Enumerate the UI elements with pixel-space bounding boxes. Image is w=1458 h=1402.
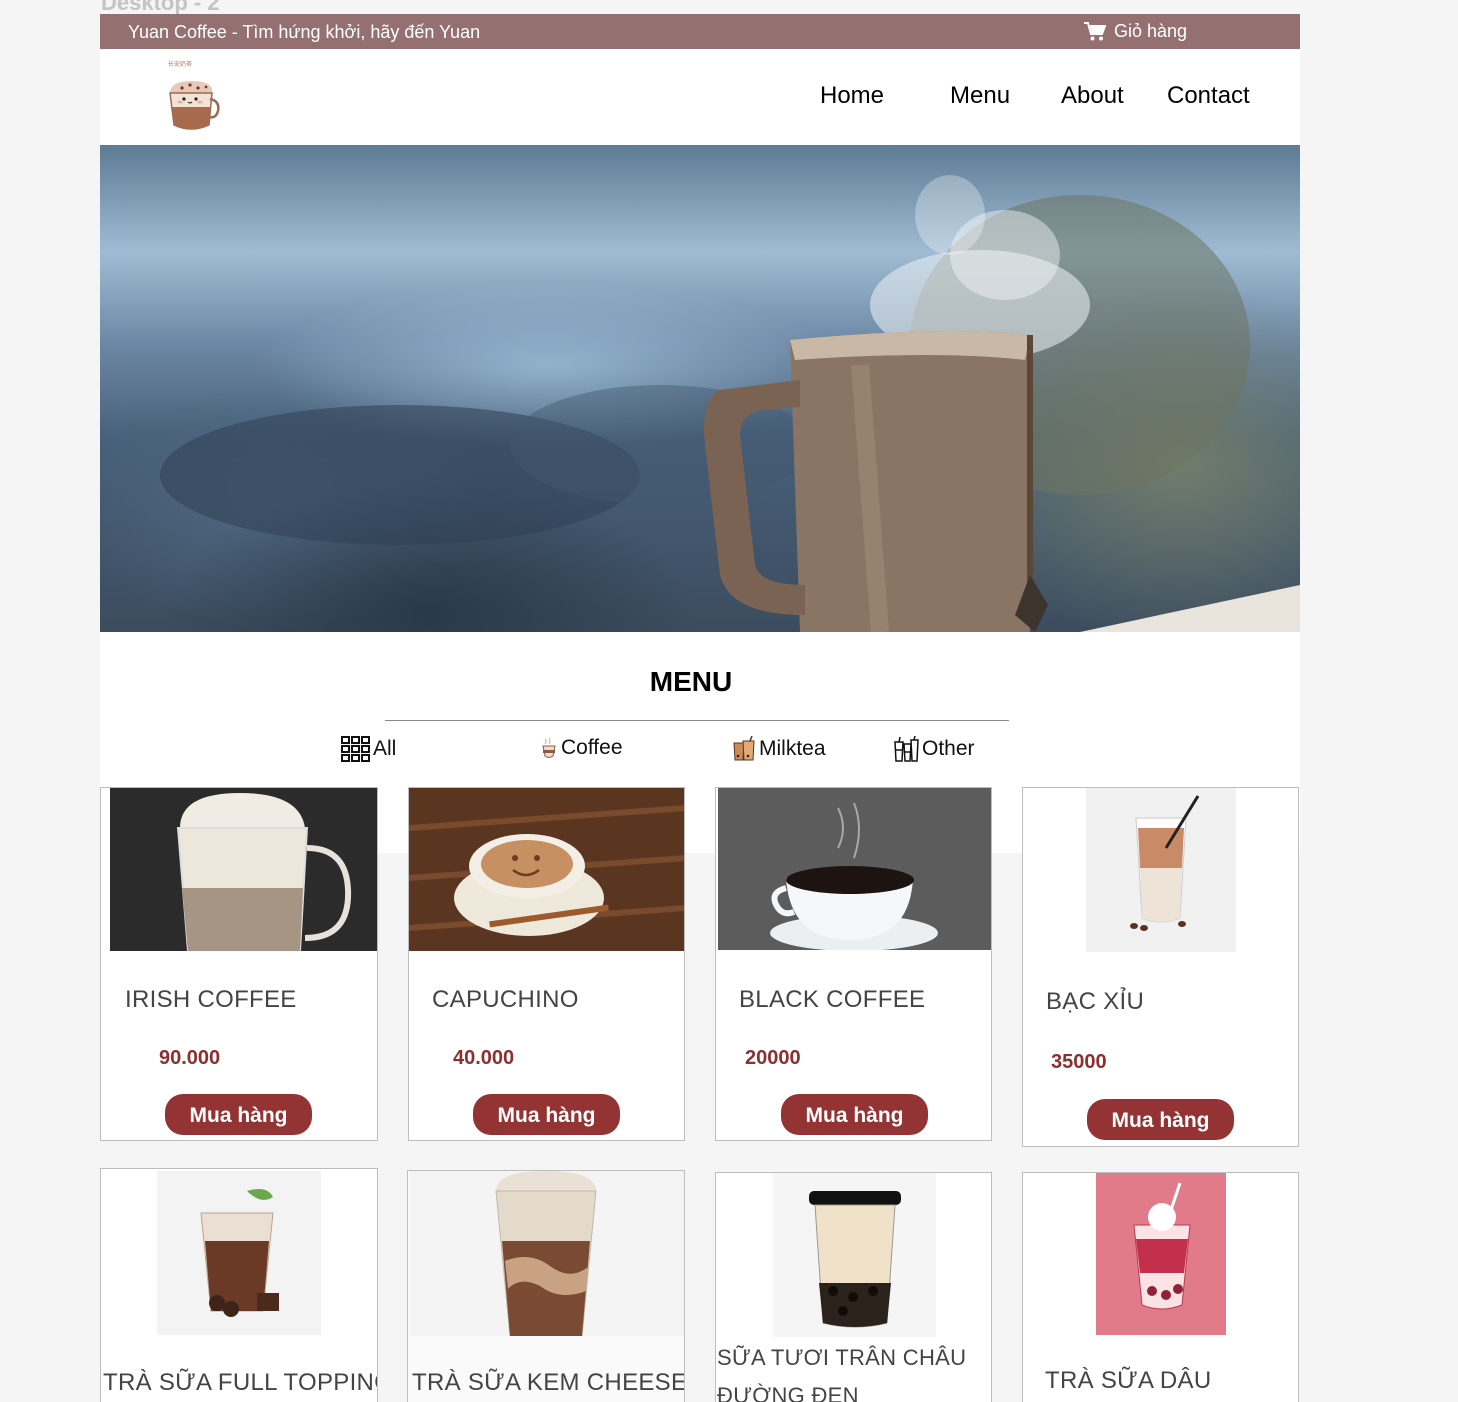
tran-chau-image	[773, 1173, 936, 1337]
product-name: TRÀ SỮA DÂU	[1045, 1367, 1212, 1394]
product-card: TRÀ SỮA FULL TOPPING	[100, 1168, 378, 1402]
capuchino-illustration	[409, 788, 684, 951]
black-coffee-image	[718, 788, 991, 950]
product-card: TRÀ SỮA DÂU	[1022, 1172, 1299, 1402]
full-topping-illustration	[157, 1171, 321, 1335]
category-milktea[interactable]: Milktea	[732, 736, 826, 762]
product-name: BẠC XỈU	[1046, 988, 1145, 1015]
product-card: BLACK COFFEE 20000 Mua hàng	[715, 787, 992, 1141]
product-name: IRISH COFFEE	[125, 986, 297, 1013]
product-card: TRÀ SỮA KEM CHEESE	[407, 1170, 685, 1402]
product-card: CAPUCHINO 40.000 Mua hàng	[408, 787, 685, 1141]
black-coffee-illustration	[718, 788, 991, 950]
product-name-line2: ĐƯỜNG ĐEN	[717, 1383, 859, 1402]
steaming-mug-image	[160, 175, 1300, 632]
nav-contact[interactable]: Contact	[1167, 82, 1250, 110]
cart-label: Giỏ hàng	[1114, 21, 1188, 41]
category-other[interactable]: Other	[893, 736, 975, 762]
product-price: 90.000	[159, 1047, 221, 1069]
buy-button[interactable]: Mua hàng	[473, 1094, 620, 1135]
menu-title: MENU	[649, 666, 733, 697]
product-card: BẠC XỈU 35000 Mua hàng	[1022, 787, 1299, 1147]
menu-divider	[385, 720, 1009, 721]
cart-link[interactable]: Giỏ hàng	[1084, 21, 1187, 42]
category-all[interactable]: All	[341, 736, 396, 762]
category-other-label: Other	[922, 737, 975, 760]
shopping-cart-icon	[1084, 21, 1106, 40]
kem-cheese-illustration	[410, 1171, 684, 1336]
product-name: BLACK COFFEE	[739, 986, 926, 1013]
top-bar: Yuan Coffee - Tìm hứng khởi, hãy đến Yua…	[100, 14, 1300, 49]
category-milktea-label: Milktea	[759, 737, 826, 760]
hero-banner	[100, 145, 1300, 632]
buy-button[interactable]: Mua hàng	[1087, 1099, 1234, 1140]
product-price: 20000	[745, 1047, 801, 1069]
tran-chau-illustration	[773, 1173, 936, 1337]
product-name: TRÀ SỮA FULL TOPPING	[103, 1369, 378, 1396]
product-price: 40.000	[453, 1047, 515, 1069]
nav-home[interactable]: Home	[820, 82, 884, 110]
category-coffee-label: Coffee	[561, 736, 623, 759]
buy-button[interactable]: Mua hàng	[781, 1094, 928, 1135]
coffee-cup-icon	[542, 737, 556, 758]
category-coffee[interactable]: Coffee	[540, 736, 623, 760]
page: Yuan Coffee - Tìm hứng khởi, hãy đến Yua…	[100, 14, 1300, 1402]
coffee-cup-logo-icon	[169, 81, 220, 130]
nav-about[interactable]: About	[1061, 82, 1124, 110]
tra-sua-dau-illustration	[1096, 1173, 1226, 1335]
milktea-icon	[733, 736, 755, 761]
product-card: SỮA TƯƠI TRÂN CHÂU ĐƯỜNG ĐEN	[715, 1172, 992, 1402]
product-name: SỮA TƯƠI TRÂN CHÂU	[717, 1345, 967, 1370]
tagline: Yuan Coffee - Tìm hứng khởi, hãy đến Yua…	[128, 22, 481, 42]
navbar: 长安奶茶 Home Menu About Contact	[100, 49, 1300, 145]
category-all-label: All	[373, 737, 397, 760]
bac-xiu-image	[1086, 788, 1236, 952]
menu-section: MENU All Coffee Milktea Other	[100, 632, 1300, 784]
irish-coffee-image	[110, 788, 377, 951]
nav-menu[interactable]: Menu	[950, 82, 1010, 110]
tra-sua-dau-image	[1096, 1173, 1226, 1335]
grid-icon	[341, 736, 370, 762]
buy-button[interactable]: Mua hàng	[165, 1094, 312, 1135]
bac-xiu-illustration	[1086, 788, 1236, 952]
kem-cheese-image	[410, 1171, 684, 1336]
logo[interactable]: 长安奶茶	[162, 55, 220, 137]
product-name: TRÀ SỮA KEM CHEESE	[412, 1369, 685, 1396]
full-topping-image	[157, 1171, 321, 1335]
capuchino-image	[409, 788, 684, 951]
irish-coffee-illustration	[110, 788, 377, 951]
product-price: 35000	[1051, 1051, 1107, 1073]
product-card: IRISH COFFEE 90.000 Mua hàng	[100, 787, 378, 1141]
product-name: CAPUCHINO	[432, 986, 579, 1013]
other-drinks-icon	[894, 736, 919, 762]
